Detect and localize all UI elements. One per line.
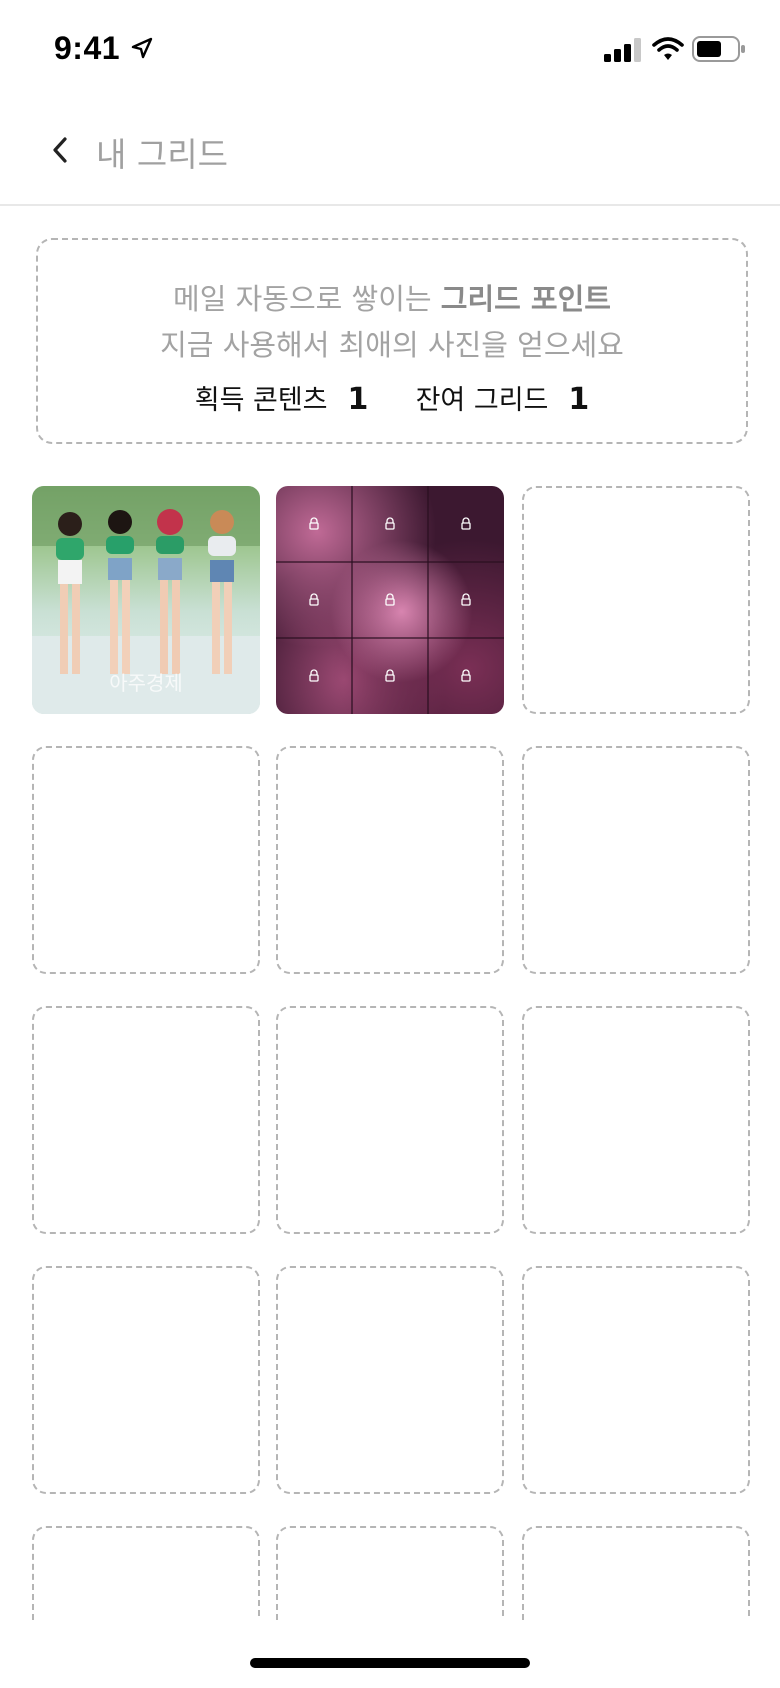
back-button[interactable] [36,124,84,176]
lock-icon [385,669,395,682]
page-title: 내 그리드 [96,135,228,174]
cellular-signal-icon [604,38,641,62]
grid-cell-empty[interactable] [32,1526,260,1620]
grid-point-info-box: 메일 자동으로 쌓이는 그리드 포인트 지금 사용해서 최애의 사진을 얻으세요… [36,238,748,444]
grid-cell-empty[interactable] [32,1266,260,1494]
photo-caption: 아주경제 [109,671,183,695]
grid-cell-empty[interactable] [522,1526,750,1620]
lock-icon [385,593,395,606]
lock-icon [461,517,471,530]
remaining-grid-label: 잔여 그리드 [415,385,549,416]
lock-icon [309,593,319,606]
info-line-2: 지금 사용해서 최애의 사진을 얻으세요 [160,328,624,362]
chevron-left-icon [53,137,67,163]
remaining-grid-count: 1 [568,382,590,417]
lock-icon [309,517,319,530]
grid-cell-empty[interactable] [522,746,750,974]
battery-icon [692,36,745,62]
lock-icon [461,593,471,606]
status-time: 9:41 [54,30,121,66]
lock-icon [461,669,471,682]
grid-cell-empty[interactable] [522,1006,750,1234]
acquired-content-count: 1 [347,382,369,417]
grid-cell-empty[interactable] [276,1006,504,1234]
info-stats: 획득 콘텐츠 1 잔여 그리드 1 [38,378,746,417]
grid-cell-empty[interactable] [276,746,504,974]
location-arrow-icon [131,37,153,59]
info-line-1-prefix: 메일 자동으로 쌓이는 [173,282,441,316]
grid-cell-locked-puzzle[interactable] [276,486,504,714]
grid-cell-empty[interactable] [276,1526,504,1620]
info-line-1: 메일 자동으로 쌓이는 그리드 포인트 [38,276,746,318]
grid-cell-empty[interactable] [276,1266,504,1494]
grid-area[interactable]: 아주경제 [0,484,780,1620]
wifi-icon [652,37,684,60]
home-indicator[interactable] [250,1658,530,1668]
grid-cell-empty[interactable] [32,746,260,974]
info-line-1-highlight: 그리드 포인트 [440,282,611,316]
status-bar: 9:41 [0,0,780,100]
grid-cell-empty[interactable] [32,1006,260,1234]
grid-cell-empty[interactable] [522,486,750,714]
nav-bar: 내 그리드 [0,100,780,206]
acquired-content-label: 획득 콘텐츠 [194,385,328,416]
lock-icon [385,517,395,530]
grid-cell-photo[interactable]: 아주경제 [32,486,260,714]
group-photo: 아주경제 [32,486,260,714]
grid-cell-empty[interactable] [522,1266,750,1494]
lock-icon [309,669,319,682]
